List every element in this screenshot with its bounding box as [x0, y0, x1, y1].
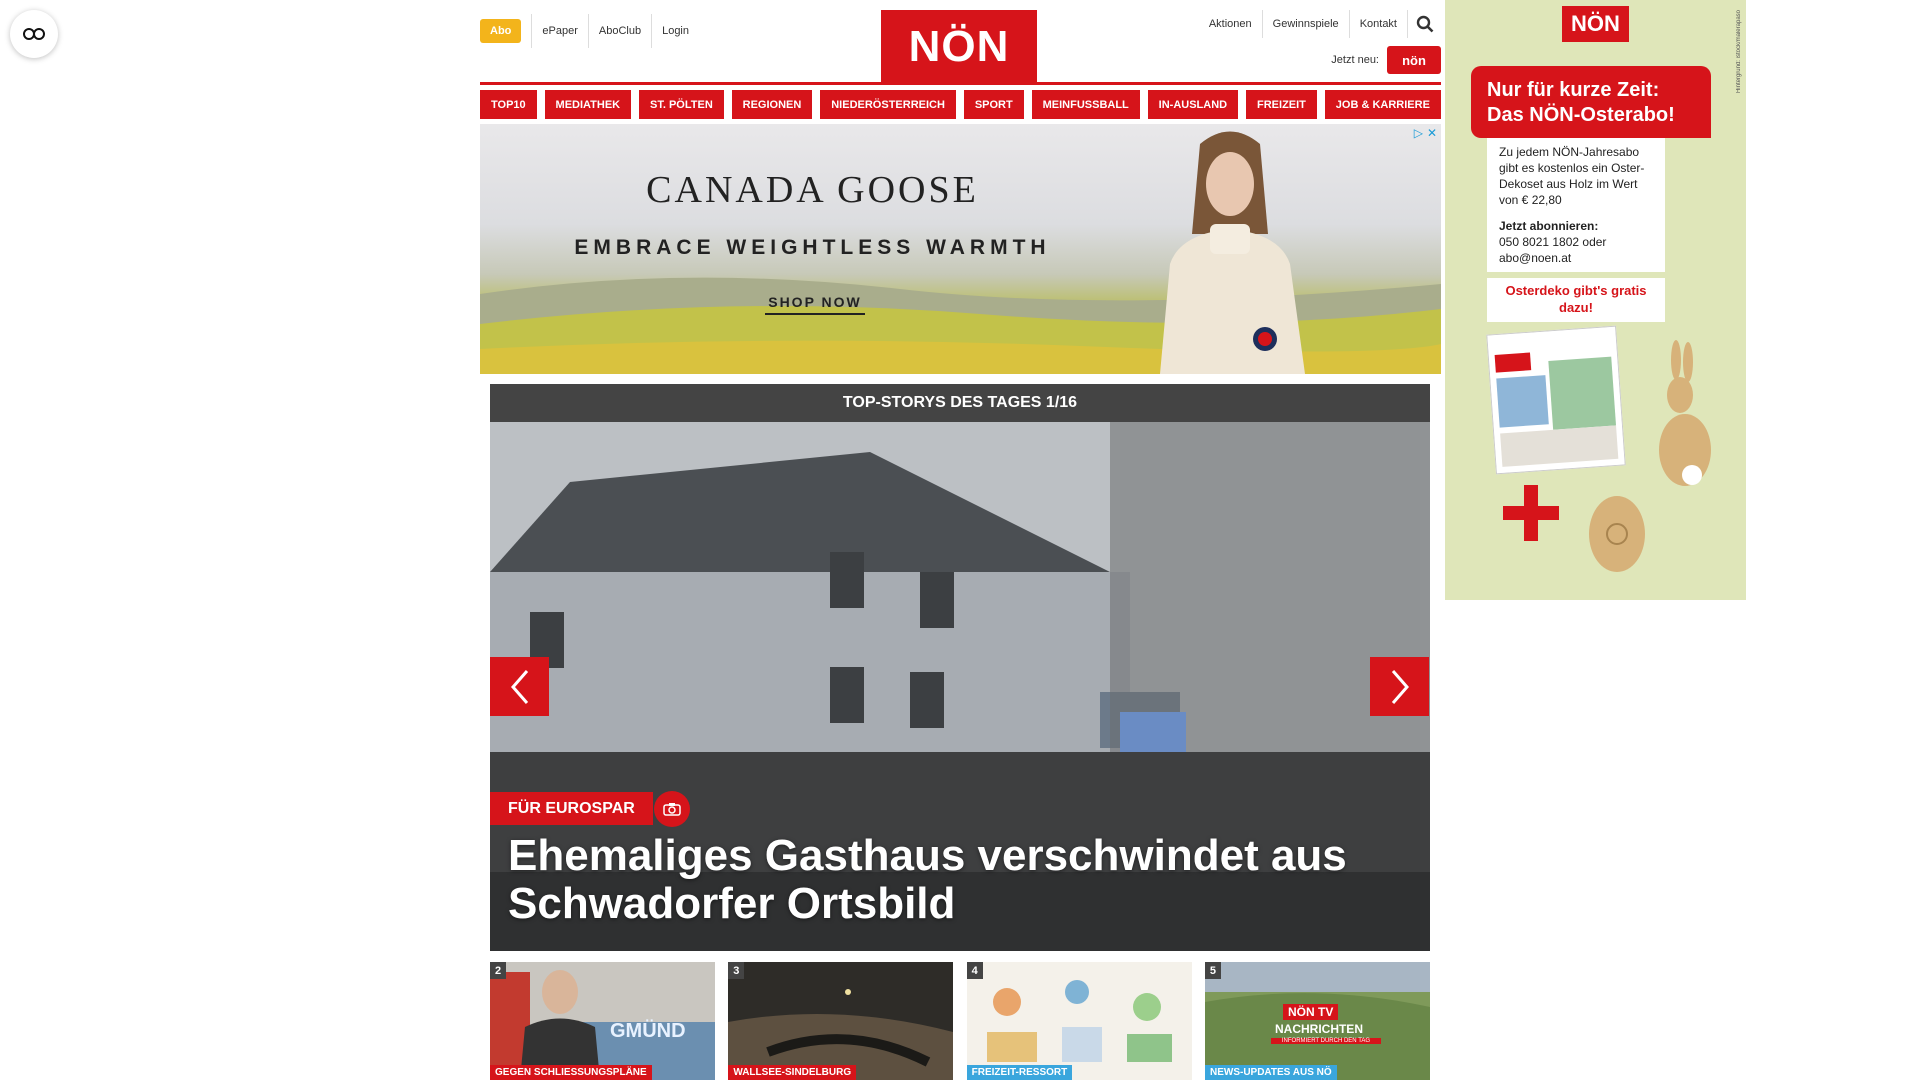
- ad-model-image: [1160, 131, 1305, 374]
- ad-choices[interactable]: ▷ ✕: [1414, 126, 1437, 140]
- thumbnail-tag: NEWS-UPDATES AUS NÖ: [1204, 1065, 1337, 1080]
- main-nav: TOP10 MEDIATHEK ST. PÖLTEN REGIONEN NIED…: [480, 90, 1441, 119]
- chevron-left-icon: [510, 669, 528, 704]
- search-icon: [1416, 15, 1433, 33]
- side-ad-osterabo[interactable]: NÖN Nur für kurze Zeit: Das NÖN-Osterabo…: [1445, 0, 1746, 600]
- gewinnspiele-link[interactable]: Gewinnspiele: [1261, 10, 1349, 38]
- chevron-right-icon: [1391, 669, 1409, 704]
- glasses-icon: [23, 28, 45, 40]
- thumbnail-image: [728, 962, 954, 1080]
- side-ad-body-text: Zu jedem NÖN-Jahresabo gibt es kostenlos…: [1499, 145, 1645, 207]
- site-logo[interactable]: NÖN: [881, 10, 1037, 84]
- nav-item-freizeit[interactable]: FREIZEIT: [1246, 90, 1317, 119]
- header-left-links: Abo ePaper AboClub Login: [480, 14, 699, 48]
- thumbnail-image: [1204, 962, 1430, 1080]
- thumbnail-image: [966, 962, 1192, 1080]
- header-right-links: Aktionen Gewinnspiele Kontakt: [1199, 10, 1441, 38]
- ad-tagline: EMBRACE WEIGHTLESS WARMTH: [574, 236, 1051, 259]
- search-button[interactable]: [1407, 10, 1441, 38]
- side-ad-subscribe-label: Jetzt abonnieren:: [1499, 219, 1599, 233]
- side-ad-contact: 050 8021 1802 oder abo@noen.at: [1499, 235, 1607, 265]
- nav-item-regionen[interactable]: REGIONEN: [731, 90, 813, 119]
- newspaper-image: [1486, 325, 1626, 475]
- accessibility-toggle-button[interactable]: [10, 10, 58, 58]
- egg-icon: [1589, 496, 1645, 572]
- thumbnail-story-4[interactable]: 4 FREIZEIT-RESSORT: [966, 962, 1192, 1080]
- carousel-heading: TOP-STORYS DES TAGES 1/16: [490, 384, 1430, 422]
- ad-close-icon[interactable]: ✕: [1427, 126, 1437, 140]
- epaper-link[interactable]: ePaper: [531, 14, 587, 48]
- thumbnail-number: 5: [1204, 962, 1221, 979]
- nav-item-mediathek[interactable]: MEDIATHEK: [544, 90, 632, 119]
- thumbnail-number: 2: [490, 962, 506, 979]
- tv-logo: NÖN TV: [1282, 1004, 1339, 1020]
- nav-item-sport[interactable]: SPORT: [963, 90, 1024, 119]
- abo-button[interactable]: Abo: [480, 19, 522, 43]
- thumbnail-number: 3: [728, 962, 745, 979]
- aktionen-link[interactable]: Aktionen: [1199, 10, 1262, 38]
- aboclub-link[interactable]: AboClub: [587, 14, 651, 48]
- thumbnail-overlay-text: GMÜND: [610, 1020, 686, 1042]
- jetzt-neu-label: Jetzt neu:: [1331, 54, 1379, 66]
- login-link[interactable]: Login: [651, 14, 699, 48]
- tv-subtitle: INFORMIERT DURCH DEN TAG: [1270, 1038, 1381, 1044]
- story-category-tag[interactable]: FÜR EUROSPAR: [490, 792, 653, 825]
- nav-item-st-poelten[interactable]: ST. PÖLTEN: [639, 90, 724, 119]
- story-thumbnails: GMÜND 2 GEGEN SCHLIESSUNGSPLÄNE 3 WALLSE…: [490, 962, 1430, 1080]
- nav-item-meinfussball[interactable]: MEINFUSSBALL: [1031, 90, 1140, 119]
- ad-brand: CANADA GOOSE: [646, 169, 979, 211]
- thumbnail-story-3[interactable]: 3 WALLSEE-SINDELBURG: [728, 962, 954, 1080]
- side-ad-credit: Hintergrund: istock/malerapaso: [1736, 10, 1742, 94]
- site-header: Abo ePaper AboClub Login NÖN Aktionen Ge…: [480, 0, 1441, 84]
- nav-item-top10[interactable]: TOP10: [480, 90, 537, 119]
- header-divider: [480, 82, 1441, 85]
- tv-title: NACHRICHTEN: [1274, 1022, 1363, 1036]
- thumbnail-tag: GEGEN SCHLIESSUNGSPLÄNE: [490, 1065, 652, 1080]
- kontakt-link[interactable]: Kontakt: [1348, 10, 1407, 38]
- story-title[interactable]: Ehemaliges Gasthaus verschwindet aus Sch…: [508, 832, 1408, 928]
- thumbnail-story-2[interactable]: GMÜND 2 GEGEN SCHLIESSUNGSPLÄNE: [490, 962, 715, 1080]
- side-ad-offer: Osterdeko gibt's gratis dazu!: [1487, 278, 1665, 322]
- ad-banner[interactable]: CANADA GOOSE EMBRACE WEIGHTLESS WARMTH S…: [480, 124, 1441, 374]
- plus-icon: [1503, 485, 1559, 541]
- nav-item-niederoesterreich[interactable]: NIEDERÖSTERREICH: [820, 90, 956, 119]
- ad-shop-now-link[interactable]: SHOP NOW: [765, 294, 865, 315]
- thumbnail-tag: WALLSEE-SINDELBURG: [728, 1065, 857, 1080]
- side-ad-logo: NÖN: [1562, 6, 1629, 42]
- thumbnail-number: 4: [966, 962, 983, 979]
- side-ad-body: Zu jedem NÖN-Jahresabo gibt es kostenlos…: [1487, 138, 1665, 272]
- jetzt-neu: Jetzt neu: nön: [1331, 46, 1441, 74]
- carousel-prev-button[interactable]: [490, 657, 549, 716]
- thumbnail-story-5[interactable]: NÖN TV NACHRICHTEN INFORMIERT DURCH DEN …: [1204, 962, 1430, 1080]
- thumbnail-tag: FREIZEIT-RESSORT: [966, 1065, 1073, 1080]
- nav-item-in-ausland[interactable]: IN-AUSLAND: [1147, 90, 1239, 119]
- ad-choices-icon[interactable]: ▷: [1414, 126, 1423, 140]
- side-ad-headline: Nur für kurze Zeit: Das NÖN-Osterabo!: [1471, 66, 1711, 138]
- camera-icon: [654, 791, 690, 827]
- nav-item-job-karriere[interactable]: JOB & KARRIERE: [1324, 90, 1441, 119]
- carousel-next-button[interactable]: [1370, 657, 1429, 716]
- bunny-icon: [1659, 340, 1711, 486]
- jetzt-neu-badge[interactable]: nön: [1387, 46, 1441, 74]
